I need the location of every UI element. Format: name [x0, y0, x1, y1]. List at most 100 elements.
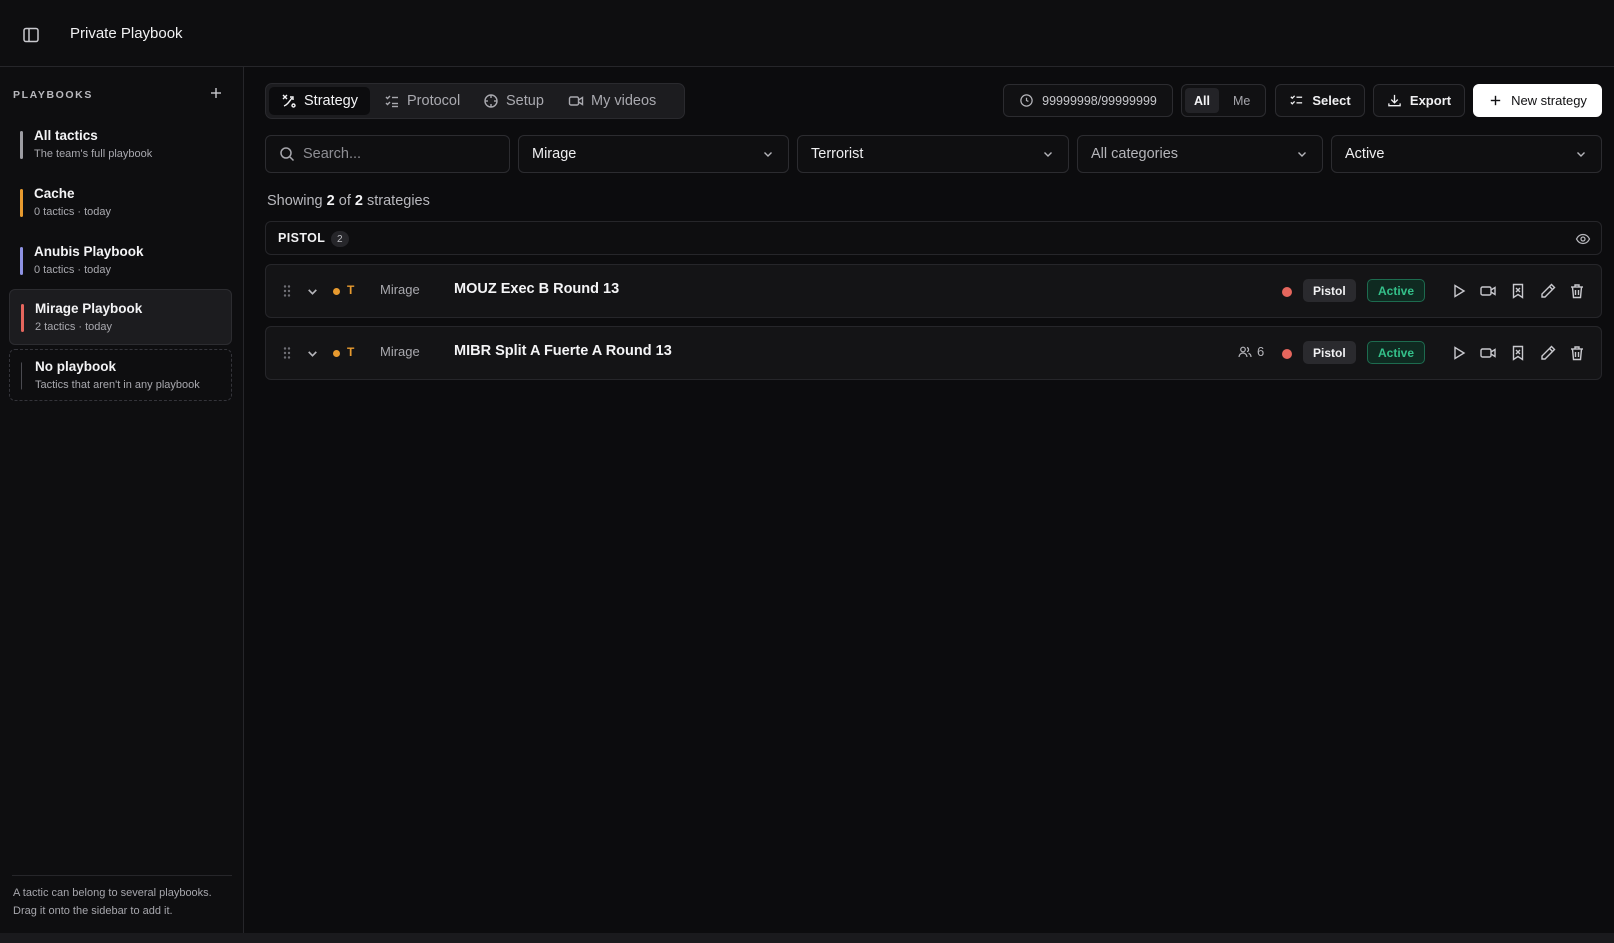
select-button[interactable]: Select [1275, 84, 1365, 117]
sidebar-item-no-playbook[interactable]: No playbook Tactics that aren't in any p… [9, 349, 232, 401]
summary-suffix: strategies [367, 193, 430, 209]
bookmark-remove-icon[interactable] [1509, 344, 1527, 362]
round-type-dot [1282, 349, 1292, 359]
filter-me-button[interactable]: Me [1224, 88, 1259, 113]
trash-icon[interactable] [1568, 344, 1586, 362]
filter-all-button[interactable]: All [1185, 88, 1219, 113]
status-select-value: Active [1345, 146, 1385, 162]
tab-my-videos[interactable]: My videos [556, 87, 668, 115]
sidebar-item-cache[interactable]: Cache 0 tactics · today [9, 177, 232, 229]
video-icon[interactable] [1479, 344, 1497, 362]
select-label: Select [1312, 93, 1351, 108]
map-select-value: Mirage [532, 146, 577, 162]
new-strategy-button[interactable]: New strategy [1473, 84, 1602, 117]
sidebar-heading: PLAYBOOKS [13, 89, 93, 101]
map-select[interactable]: Mirage [518, 135, 789, 173]
top-bar: Private Playbook [0, 0, 1614, 67]
usage-counter[interactable]: 99999998/99999999 [1003, 84, 1173, 117]
counter-value: 99999998/99999999 [1042, 93, 1157, 108]
sidebar-toggle-icon[interactable] [22, 26, 40, 44]
status-badge: Active [1367, 341, 1426, 364]
video-icon [568, 96, 584, 106]
bottom-edge [0, 933, 1614, 943]
player-count-value: 6 [1257, 344, 1265, 359]
round-type-dot [1282, 287, 1292, 297]
search-field[interactable] [265, 135, 510, 173]
clock-icon [1020, 94, 1033, 107]
chevron-down-icon[interactable] [306, 285, 319, 298]
page-title: Private Playbook [70, 25, 183, 42]
chevron-down-icon [1577, 152, 1585, 157]
sidebar: PLAYBOOKS All tactics The team's full pl… [0, 67, 244, 933]
group-header-pistol[interactable]: PISTOL 2 [265, 221, 1602, 255]
drag-handle-icon[interactable] [282, 284, 292, 298]
chevron-down-icon [764, 152, 772, 157]
checklist-icon [385, 95, 398, 108]
plus-icon [1490, 95, 1501, 106]
play-icon[interactable] [1450, 344, 1468, 362]
video-icon[interactable] [1479, 282, 1497, 300]
summary-of: of [338, 193, 351, 209]
trash-icon[interactable] [1568, 282, 1586, 300]
new-strategy-label: New strategy [1511, 93, 1587, 108]
strategy-icon [282, 94, 296, 108]
playbook-subtitle: The team's full playbook [34, 148, 153, 160]
category-select-value: All categories [1091, 146, 1179, 162]
strategy-name[interactable]: MOUZ Exec B Round 13 [454, 281, 619, 297]
strategy-name[interactable]: MIBR Split A Fuerte A Round 13 [454, 343, 672, 359]
add-playbook-icon[interactable] [208, 85, 224, 101]
tab-setup[interactable]: Setup [471, 87, 556, 115]
view-tabs: Strategy Protocol Setup My videos [265, 83, 685, 119]
tab-strategy[interactable]: Strategy [269, 87, 370, 115]
chevron-down-icon [1298, 152, 1306, 157]
tab-label: My videos [591, 93, 657, 109]
tab-label: Setup [506, 93, 544, 109]
edit-icon[interactable] [1539, 282, 1557, 300]
side-dot [333, 350, 340, 357]
chevron-down-icon [1044, 152, 1052, 157]
playbook-color-bar [20, 247, 23, 275]
crosshair-icon [484, 94, 498, 108]
tab-protocol[interactable]: Protocol [372, 87, 472, 115]
download-icon [1388, 94, 1401, 107]
play-icon[interactable] [1450, 282, 1468, 300]
sidebar-item-anubis-playbook[interactable]: Anubis Playbook 0 tactics · today [9, 235, 232, 287]
main-content: Strategy Protocol Setup My videos 999999… [244, 67, 1614, 933]
results-summary: Showing 2 of 2 strategies [267, 193, 430, 209]
playbook-subtitle: Tactics that aren't in any playbook [35, 379, 200, 391]
player-count: 6 [1238, 344, 1264, 359]
eye-icon[interactable] [1575, 231, 1591, 247]
search-input[interactable] [303, 146, 483, 162]
category-select[interactable]: All categories [1077, 135, 1323, 173]
sidebar-item-mirage-playbook[interactable]: Mirage Playbook 2 tactics · today [9, 289, 232, 345]
bookmark-remove-icon[interactable] [1509, 282, 1527, 300]
playbook-name: Cache [34, 186, 75, 201]
sidebar-item-all-tactics[interactable]: All tactics The team's full playbook [9, 119, 232, 171]
chevron-down-icon[interactable] [306, 347, 319, 360]
playbook-subtitle: 0 tactics · today [34, 264, 112, 276]
playbook-color-bar [21, 304, 24, 332]
edit-icon[interactable] [1539, 344, 1557, 362]
export-button[interactable]: Export [1373, 84, 1465, 117]
status-select[interactable]: Active [1331, 135, 1602, 173]
table-row[interactable]: T Mirage MIBR Split A Fuerte A Round 13 … [265, 326, 1602, 380]
users-icon [1238, 346, 1252, 357]
playbook-color-bar [20, 131, 23, 159]
tab-label: Strategy [304, 93, 358, 109]
side-select[interactable]: Terrorist [797, 135, 1069, 173]
drag-handle-icon[interactable] [282, 346, 292, 360]
export-label: Export [1409, 93, 1452, 108]
summary-total: 2 [354, 193, 363, 209]
sidebar-divider [12, 875, 232, 876]
checklist-icon [1290, 95, 1303, 105]
status-badge: Active [1367, 279, 1426, 302]
playbook-color-bar [21, 362, 22, 390]
playbook-name: All tactics [34, 128, 98, 143]
group-name: PISTOL [278, 231, 326, 245]
sidebar-footer-hint: A tactic can belong to several playbooks… [13, 887, 212, 917]
playbook-subtitle: 0 tactics · today [34, 206, 112, 218]
summary-prefix: Showing [267, 193, 323, 209]
table-row[interactable]: T Mirage MOUZ Exec B Round 13 Pistol Act… [265, 264, 1602, 318]
strategy-map: Mirage [380, 344, 420, 359]
round-type-badge: Pistol [1303, 279, 1356, 302]
